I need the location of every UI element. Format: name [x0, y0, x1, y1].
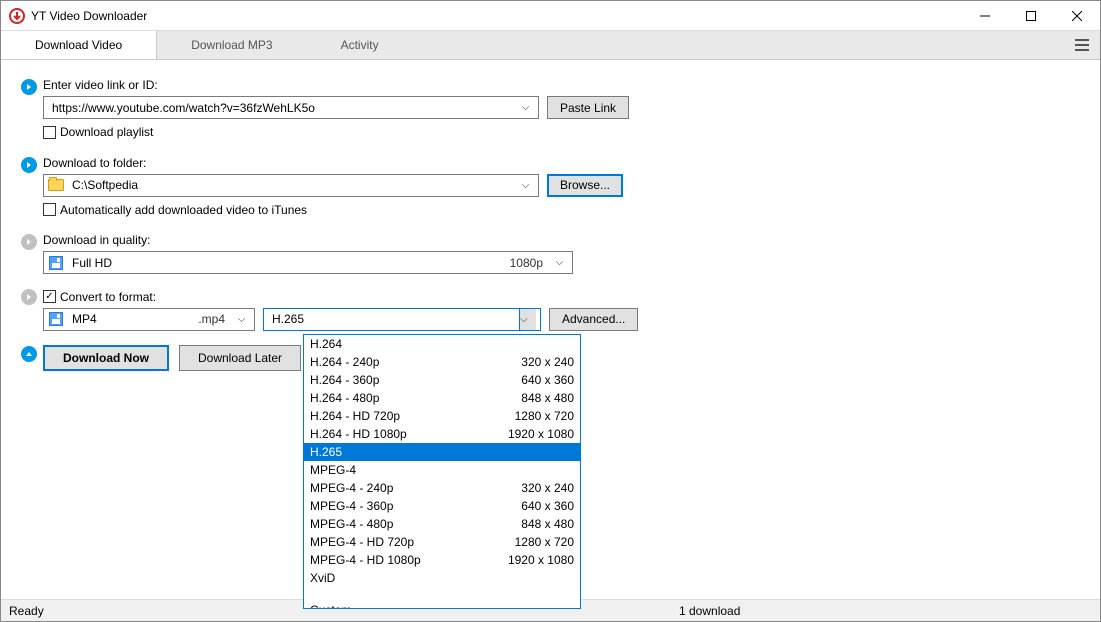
tab-download-mp3[interactable]: Download MP3: [157, 31, 306, 59]
chevron-down-icon: ⌵: [233, 314, 250, 325]
dropdown-option[interactable]: H.264 - 360p640 x 360: [304, 371, 580, 389]
dropdown-option[interactable]: H.264 - HD 1080p1920 x 1080: [304, 425, 580, 443]
app-title: YT Video Downloader: [31, 9, 962, 23]
encoder-select[interactable]: H.265 ⌵: [263, 308, 541, 331]
titlebar: YT Video Downloader: [1, 1, 1100, 31]
maximize-button[interactable]: [1008, 1, 1054, 30]
close-button[interactable]: [1054, 1, 1100, 30]
collapse-icon[interactable]: [21, 345, 43, 371]
browse-button[interactable]: Browse...: [547, 174, 623, 197]
dropdown-option[interactable]: MPEG-4 - 480p848 x 480: [304, 515, 580, 533]
encoder-dropdown[interactable]: H.264H.264 - 240p320 x 240H.264 - 360p64…: [303, 334, 581, 609]
chevron-down-icon: ⌵: [551, 257, 568, 268]
dropdown-option[interactable]: H.265: [304, 443, 580, 461]
chevron-down-icon: ⌵: [517, 102, 534, 113]
dropdown-option[interactable]: MPEG-4 - 240p320 x 240: [304, 479, 580, 497]
convert-format-checkbox[interactable]: Convert to format:: [43, 290, 156, 304]
dropdown-option[interactable]: XviD: [304, 569, 580, 587]
window-controls: [962, 1, 1100, 30]
download-now-button[interactable]: Download Now: [43, 345, 169, 371]
chevron-down-icon: ⌵: [517, 180, 534, 191]
dropdown-option[interactable]: MPEG-4: [304, 461, 580, 479]
dropdown-option[interactable]: H.264 - 480p848 x 480: [304, 389, 580, 407]
add-to-itunes-checkbox[interactable]: Automatically add downloaded video to iT…: [43, 203, 307, 217]
step-icon: [21, 233, 43, 274]
chevron-down-icon: ⌵: [519, 309, 536, 330]
save-icon: [48, 255, 64, 271]
dropdown-option[interactable]: MPEG-4 - HD 720p1280 x 720: [304, 533, 580, 551]
download-playlist-checkbox[interactable]: Download playlist: [43, 125, 153, 139]
paste-link-button[interactable]: Paste Link: [547, 96, 629, 119]
dropdown-option[interactable]: H.264 - HD 720p1280 x 720: [304, 407, 580, 425]
dropdown-option[interactable]: H.264: [304, 335, 580, 353]
step-icon: [21, 288, 43, 331]
step-icon: [21, 156, 43, 220]
save-icon: [48, 311, 64, 327]
menu-button[interactable]: [1064, 31, 1100, 59]
video-link-label: Enter video link or ID:: [43, 78, 1080, 92]
minimize-button[interactable]: [962, 1, 1008, 30]
status-right: 1 download: [679, 604, 740, 618]
dropdown-option[interactable]: Custom: [304, 601, 580, 609]
step-icon: [21, 78, 43, 142]
dropdown-option[interactable]: H.264 - 240p320 x 240: [304, 353, 580, 371]
download-folder-input[interactable]: C:\Softpedia ⌵: [43, 174, 539, 197]
dropdown-option[interactable]: MPEG-4 - HD 1080p1920 x 1080: [304, 551, 580, 569]
app-icon: [9, 8, 25, 24]
dropdown-option[interactable]: MPEG-4 - 360p640 x 360: [304, 497, 580, 515]
quality-label: Download in quality:: [43, 233, 1080, 247]
advanced-button[interactable]: Advanced...: [549, 308, 638, 331]
download-later-button[interactable]: Download Later: [179, 345, 301, 371]
format-select[interactable]: MP4 .mp4 ⌵: [43, 308, 255, 331]
folder-icon: [48, 177, 64, 193]
tab-download-video[interactable]: Download Video: [1, 31, 157, 59]
tab-activity[interactable]: Activity: [307, 31, 413, 59]
download-folder-label: Download to folder:: [43, 156, 1080, 170]
video-url-input[interactable]: https://www.youtube.com/watch?v=36fzWehL…: [43, 96, 539, 119]
tab-strip: Download Video Download MP3 Activity: [1, 31, 1100, 60]
quality-select[interactable]: Full HD 1080p ⌵: [43, 251, 573, 274]
